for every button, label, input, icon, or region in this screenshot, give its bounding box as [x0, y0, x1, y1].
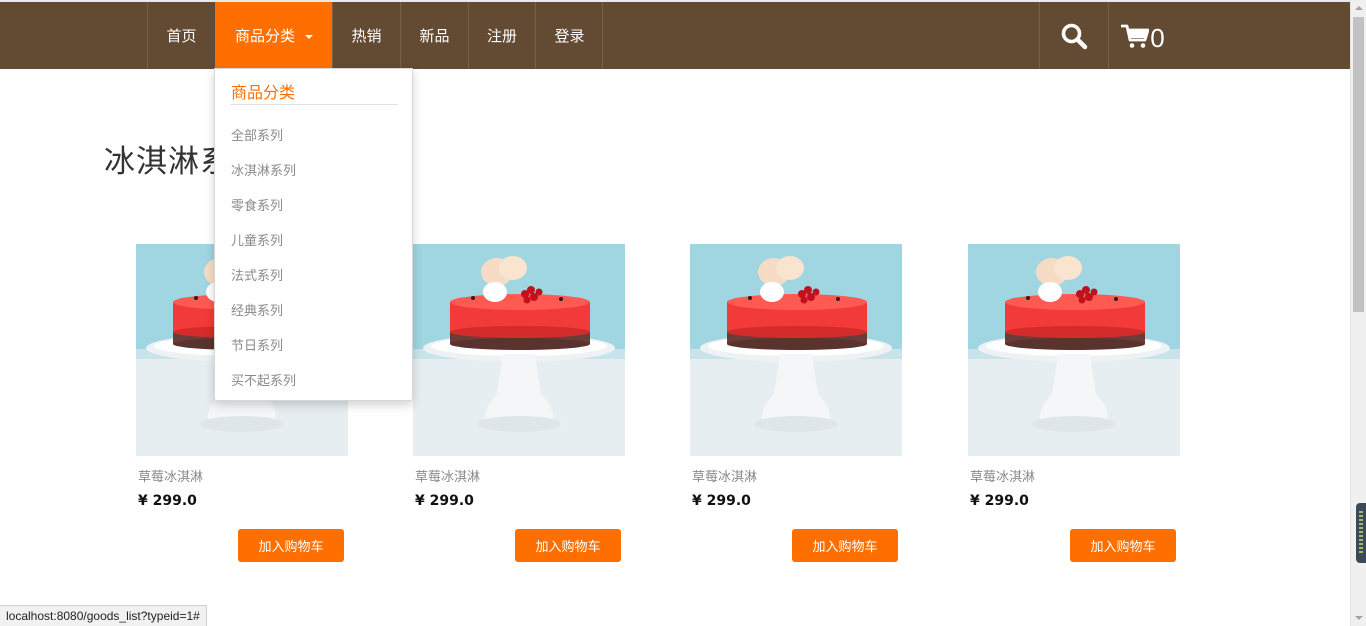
- add-to-cart-button[interactable]: 加入购物车: [1070, 529, 1176, 562]
- product-name[interactable]: 草莓冰淇淋: [692, 466, 757, 485]
- nav-home-label: 首页: [166, 27, 197, 45]
- product-price: ¥ 299.0: [692, 493, 751, 509]
- side-widget-icon: [1359, 511, 1363, 555]
- add-to-cart-button[interactable]: 加入购物车: [238, 529, 344, 562]
- product-image[interactable]: [413, 244, 625, 456]
- scrollbar-thumb[interactable]: [1353, 17, 1364, 312]
- page: 首页 商品分类 热销 新品 注册 登录 0 冰淇淋系列 草莓冰淇淋 ¥ 299.…: [0, 0, 1366, 626]
- product-price: ¥ 299.0: [415, 493, 474, 509]
- nav-login-label: 登录: [554, 27, 585, 45]
- category-dropdown-menu: 商品分类 全部系列 冰淇淋系列 零食系列 儿童系列 法式系列 经典系列 节日系列…: [214, 68, 413, 401]
- navbar: 首页 商品分类 热销 新品 注册 登录 0: [0, 2, 1350, 69]
- nav-home[interactable]: 首页: [147, 2, 215, 69]
- product-card: 草莓冰淇淋 ¥ 299.0 加入购物车: [968, 244, 1208, 562]
- dropdown-item-kids[interactable]: 儿童系列: [231, 230, 283, 249]
- search-icon: [1061, 23, 1088, 49]
- dropdown-item-french[interactable]: 法式系列: [231, 265, 283, 284]
- nav-new[interactable]: 新品: [400, 2, 468, 69]
- dropdown-item-unaffordable[interactable]: 买不起系列: [231, 370, 296, 389]
- add-to-cart-button[interactable]: 加入购物车: [515, 529, 621, 562]
- cart-button[interactable]: 0: [1109, 2, 1177, 69]
- dropdown-item-all[interactable]: 全部系列: [231, 125, 283, 144]
- nav-categories-label: 商品分类: [234, 27, 295, 45]
- dropdown-item-classic[interactable]: 经典系列: [231, 300, 283, 319]
- caret-down-icon: [305, 34, 313, 39]
- nav-register[interactable]: 注册: [468, 2, 535, 69]
- dropdown-header: 商品分类: [231, 83, 296, 102]
- product-price: ¥ 299.0: [970, 493, 1029, 509]
- search-button[interactable]: [1040, 2, 1108, 69]
- product-card: 草莓冰淇淋 ¥ 299.0 加入购物车: [690, 244, 930, 562]
- product-price: ¥ 299.0: [138, 493, 197, 509]
- cart-icon: [1121, 24, 1150, 48]
- product-name[interactable]: 草莓冰淇淋: [415, 466, 480, 485]
- dropdown-item-holiday[interactable]: 节日系列: [231, 335, 283, 354]
- dropdown-item-icecream[interactable]: 冰淇淋系列: [231, 160, 296, 179]
- side-widget-tab[interactable]: [1356, 503, 1366, 563]
- status-bar-url: localhost:8080/goods_list?typeid=1#: [0, 605, 207, 626]
- nav-divider: [602, 2, 603, 69]
- product-name[interactable]: 草莓冰淇淋: [138, 466, 203, 485]
- dropdown-divider: [230, 104, 398, 105]
- product-image[interactable]: [968, 244, 1180, 456]
- add-to-cart-button[interactable]: 加入购物车: [792, 529, 898, 562]
- product-image[interactable]: [690, 244, 902, 456]
- nav-login[interactable]: 登录: [535, 2, 603, 69]
- nav-hot-label: 热销: [351, 27, 382, 45]
- dropdown-item-snacks[interactable]: 零食系列: [231, 195, 283, 214]
- nav-new-label: 新品: [419, 27, 450, 45]
- nav-register-label: 注册: [486, 27, 517, 45]
- scroll-up-icon[interactable]: [1355, 6, 1363, 10]
- product-card: 草莓冰淇淋 ¥ 299.0 加入购物车: [413, 244, 653, 562]
- cart-count: 0: [1150, 23, 1165, 53]
- nav-hot[interactable]: 热销: [332, 2, 400, 69]
- scroll-down-icon[interactable]: [1355, 616, 1363, 620]
- nav-categories[interactable]: 商品分类: [215, 2, 332, 69]
- product-name[interactable]: 草莓冰淇淋: [970, 466, 1035, 485]
